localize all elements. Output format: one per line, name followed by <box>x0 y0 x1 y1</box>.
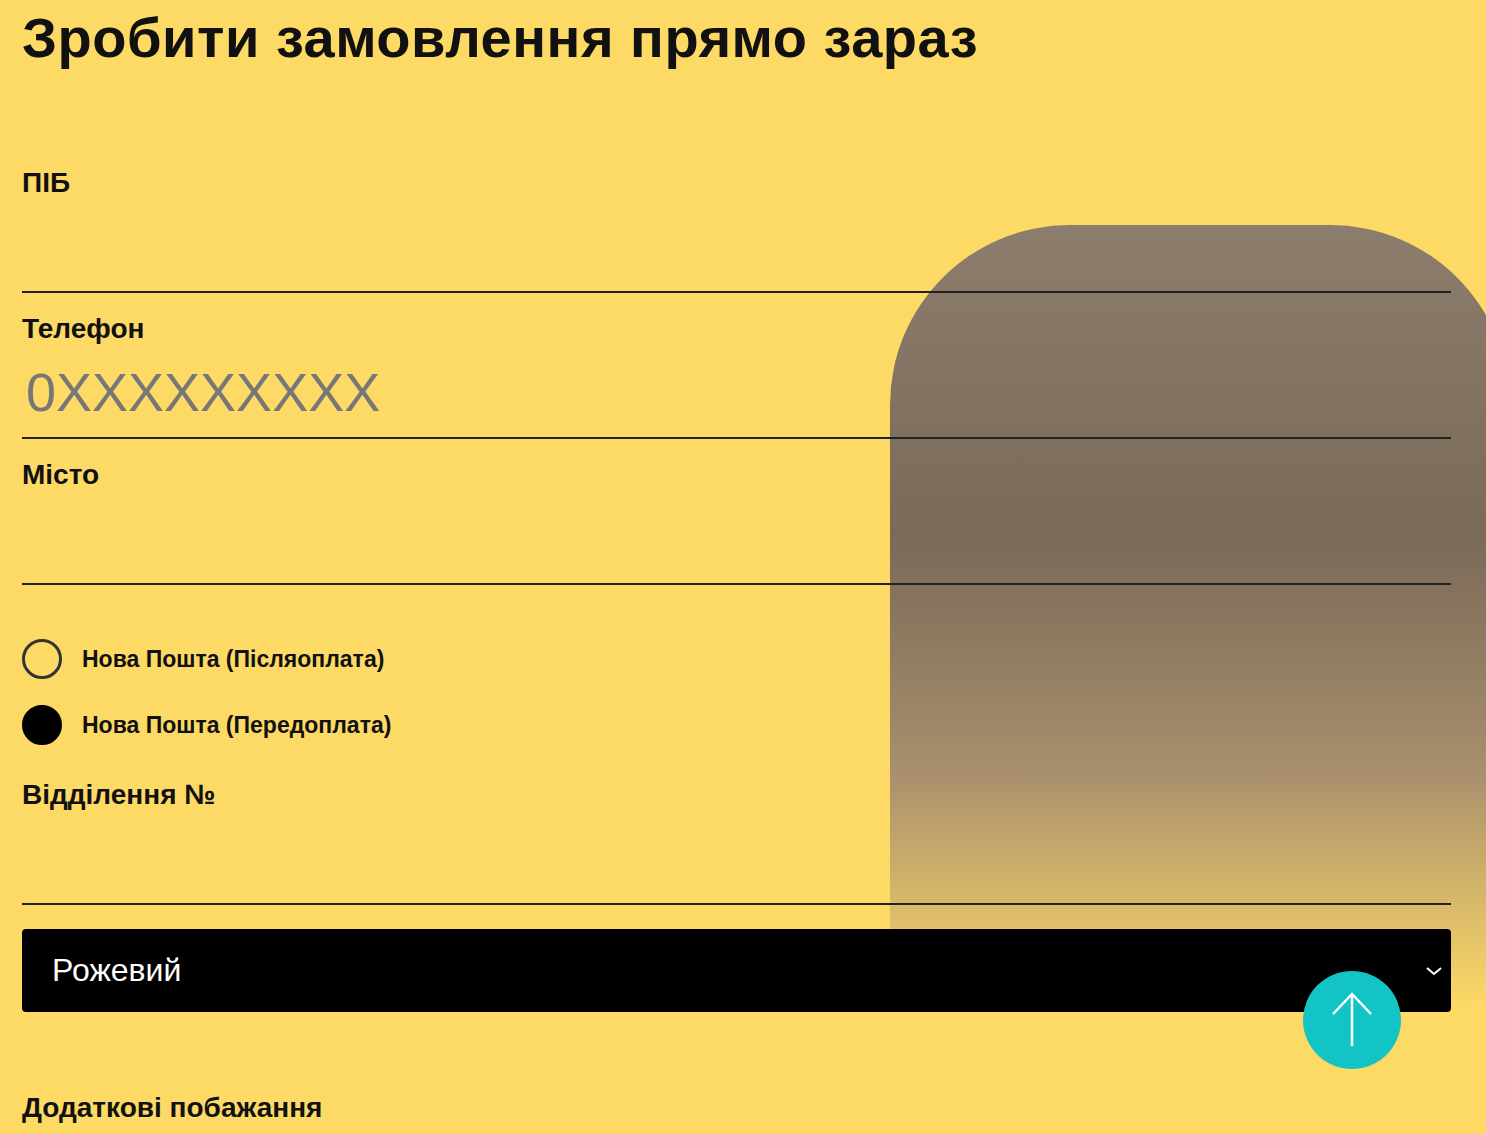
radio-label: Нова Пошта (Передоплата) <box>82 712 391 739</box>
color-select[interactable]: Рожевий <box>22 929 1451 1012</box>
scroll-top-button[interactable] <box>1303 971 1401 1069</box>
delivery-option[interactable]: Нова Пошта (Передоплата) <box>22 705 1451 745</box>
field-label: Місто <box>22 457 1451 493</box>
wishes-label: Додаткові побажання <box>22 1090 1451 1126</box>
field-label: Відділення № <box>22 777 1451 813</box>
select-value: Рожевий <box>52 952 181 989</box>
radio-button[interactable] <box>22 705 62 745</box>
field-label: ПІБ <box>22 165 1451 201</box>
text-input[interactable] <box>22 201 1451 293</box>
arrow-up-icon <box>1327 990 1377 1050</box>
form-field: Місто <box>22 457 1451 585</box>
chevron-down-icon <box>1425 965 1443 977</box>
order-page: Зробити замовлення прямо зараз ПІБ Телефон… <box>0 0 1486 1134</box>
text-input[interactable] <box>22 347 1451 439</box>
text-input[interactable] <box>22 493 1451 585</box>
radio-button[interactable] <box>22 639 62 679</box>
form-field: ПІБ <box>22 165 1451 293</box>
form-field: Телефон <box>22 311 1451 439</box>
order-title: Зробити замовлення прямо зараз <box>22 0 1451 76</box>
branch-input[interactable] <box>22 813 1451 905</box>
delivery-options: Нова Пошта (Післяоплата) Нова Пошта (Пере… <box>22 603 1451 745</box>
radio-label: Нова Пошта (Післяоплата) <box>82 646 384 673</box>
field-label: Телефон <box>22 311 1451 347</box>
branch-field: Відділення № <box>22 777 1451 905</box>
delivery-option[interactable]: Нова Пошта (Післяоплата) <box>22 639 1451 679</box>
order-form: ПІБТелефонМістоНова Пошта (Післяоплата)Н… <box>22 165 1451 1126</box>
